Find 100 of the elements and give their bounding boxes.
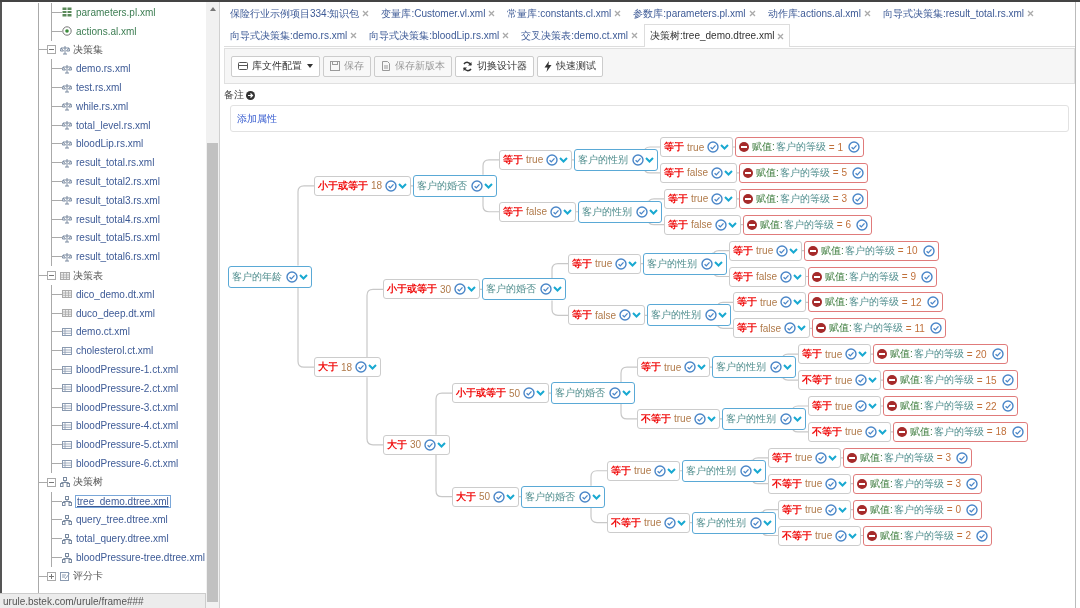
- file-item[interactable]: result_total3.rs.xml: [75, 193, 161, 207]
- close-icon[interactable]: [488, 10, 496, 17]
- caret-icon[interactable]: [506, 493, 516, 500]
- check-circle-icon[interactable]: [926, 296, 939, 309]
- minus-circle-icon[interactable]: [808, 245, 818, 256]
- caret-icon[interactable]: [632, 312, 642, 319]
- minus-circle-icon[interactable]: [747, 219, 757, 230]
- check-circle-icon[interactable]: [664, 516, 677, 529]
- check-circle-icon[interactable]: [845, 348, 858, 361]
- check-circle-icon[interactable]: [920, 270, 933, 283]
- tab[interactable]: 参数库:parameters.pl.xml: [627, 2, 762, 24]
- check-circle-icon[interactable]: [780, 412, 792, 425]
- check-circle-icon[interactable]: [855, 218, 868, 231]
- caret-icon[interactable]: [753, 467, 762, 474]
- group-label[interactable]: 决策表: [73, 268, 103, 283]
- caret-icon[interactable]: [649, 208, 658, 215]
- check-circle-icon[interactable]: [619, 309, 632, 322]
- expand-icon[interactable]: [47, 571, 56, 581]
- check-circle-icon[interactable]: [707, 141, 720, 153]
- minus-circle-icon[interactable]: [743, 167, 753, 178]
- close-icon[interactable]: [863, 10, 871, 17]
- file-item[interactable]: bloodPressure-tree.dtree.xml: [75, 551, 206, 564]
- check-circle-icon[interactable]: [851, 166, 864, 179]
- file-item[interactable]: test.rs.xml: [75, 81, 123, 95]
- check-circle-icon[interactable]: [855, 400, 868, 412]
- check-circle-icon[interactable]: [711, 166, 724, 179]
- minus-circle-icon[interactable]: [739, 142, 749, 152]
- check-circle-icon[interactable]: [550, 205, 563, 218]
- caret-icon[interactable]: [793, 273, 803, 280]
- check-circle-icon[interactable]: [1001, 374, 1014, 387]
- check-circle-icon[interactable]: [847, 141, 860, 153]
- check-circle-icon[interactable]: [1011, 425, 1024, 438]
- check-circle-icon[interactable]: [694, 412, 707, 425]
- minus-circle-icon[interactable]: [812, 271, 822, 282]
- caret-icon[interactable]: [793, 415, 802, 422]
- caret-icon[interactable]: [553, 286, 562, 293]
- caret-icon[interactable]: [828, 454, 838, 461]
- file-item[interactable]: bloodPressure-4.ct.xml: [75, 419, 180, 433]
- minus-circle-icon[interactable]: [877, 349, 887, 360]
- tab[interactable]: 常量库:constants.cl.xml: [501, 2, 628, 24]
- close-icon[interactable]: [630, 32, 638, 39]
- caret-icon[interactable]: [299, 273, 308, 280]
- file-item[interactable]: query_tree.dtree.xml: [75, 513, 169, 527]
- close-icon[interactable]: [502, 32, 510, 39]
- check-circle-icon[interactable]: [991, 348, 1004, 361]
- check-circle-icon[interactable]: [922, 244, 935, 257]
- check-circle-icon[interactable]: [546, 153, 559, 166]
- caret-icon[interactable]: [797, 325, 807, 332]
- caret-icon[interactable]: [559, 156, 569, 163]
- file-item[interactable]: total_query.dtree.xml: [75, 532, 170, 546]
- collapse-icon[interactable]: [47, 271, 56, 281]
- file-item[interactable]: while.rs.xml: [75, 99, 130, 113]
- check-circle-icon[interactable]: [636, 205, 648, 218]
- close-icon[interactable]: [777, 32, 785, 40]
- toolbar-button[interactable]: 切换设计器: [455, 55, 534, 77]
- minus-circle-icon[interactable]: [743, 193, 753, 204]
- caret-icon[interactable]: [667, 467, 677, 474]
- file-item[interactable]: parameters.pl.xml: [75, 5, 157, 19]
- caret-icon[interactable]: [858, 351, 868, 358]
- check-circle-icon[interactable]: [815, 451, 828, 464]
- check-circle-icon[interactable]: [780, 296, 793, 309]
- caret-icon[interactable]: [437, 441, 447, 448]
- minus-circle-icon[interactable]: [887, 401, 897, 411]
- collapse-icon[interactable]: [47, 477, 56, 487]
- caret-icon[interactable]: [714, 260, 723, 267]
- caret-icon[interactable]: [724, 169, 734, 176]
- file-item[interactable]: result_total.rs.xml: [75, 156, 156, 170]
- check-circle-icon[interactable]: [424, 438, 437, 451]
- check-circle-icon[interactable]: [965, 503, 978, 516]
- caret-icon[interactable]: [368, 364, 378, 371]
- caret-icon[interactable]: [878, 428, 888, 435]
- check-circle-icon[interactable]: [784, 322, 797, 335]
- caret-icon[interactable]: [838, 506, 848, 513]
- check-circle-icon[interactable]: [975, 529, 988, 542]
- caret-icon[interactable]: [838, 480, 848, 487]
- arrow-circle-icon[interactable]: [246, 90, 255, 100]
- caret-icon[interactable]: [789, 247, 799, 254]
- scroll-up-icon[interactable]: [209, 7, 216, 11]
- check-circle-icon[interactable]: [955, 451, 968, 464]
- caret-icon[interactable]: [718, 312, 727, 319]
- toolbar-button[interactable]: 快速测试: [537, 55, 603, 77]
- caret-icon[interactable]: [793, 299, 803, 306]
- check-circle-icon[interactable]: [523, 387, 536, 400]
- caret-icon[interactable]: [563, 208, 573, 215]
- tab[interactable]: 交叉决策表:demo.ct.xml: [515, 24, 644, 46]
- file-item[interactable]: cholesterol.ct.xml: [75, 344, 155, 358]
- tab[interactable]: 保险行业示例项目334:知识包: [224, 2, 376, 24]
- caret-icon[interactable]: [720, 144, 730, 150]
- file-item[interactable]: bloodPressure-6.ct.xml: [75, 457, 180, 470]
- caret-icon[interactable]: [484, 182, 493, 189]
- minus-circle-icon[interactable]: [897, 426, 907, 437]
- caret-icon[interactable]: [677, 519, 687, 526]
- caret-icon[interactable]: [592, 493, 601, 500]
- check-circle-icon[interactable]: [579, 490, 591, 503]
- caret-icon[interactable]: [783, 364, 792, 371]
- file-item[interactable]: bloodPressure-2.ct.xml: [75, 381, 180, 395]
- group-label[interactable]: 评分卡: [73, 569, 103, 584]
- minus-circle-icon[interactable]: [887, 375, 897, 386]
- file-item[interactable]: result_total5.rs.xml: [75, 231, 161, 245]
- close-icon[interactable]: [362, 10, 370, 17]
